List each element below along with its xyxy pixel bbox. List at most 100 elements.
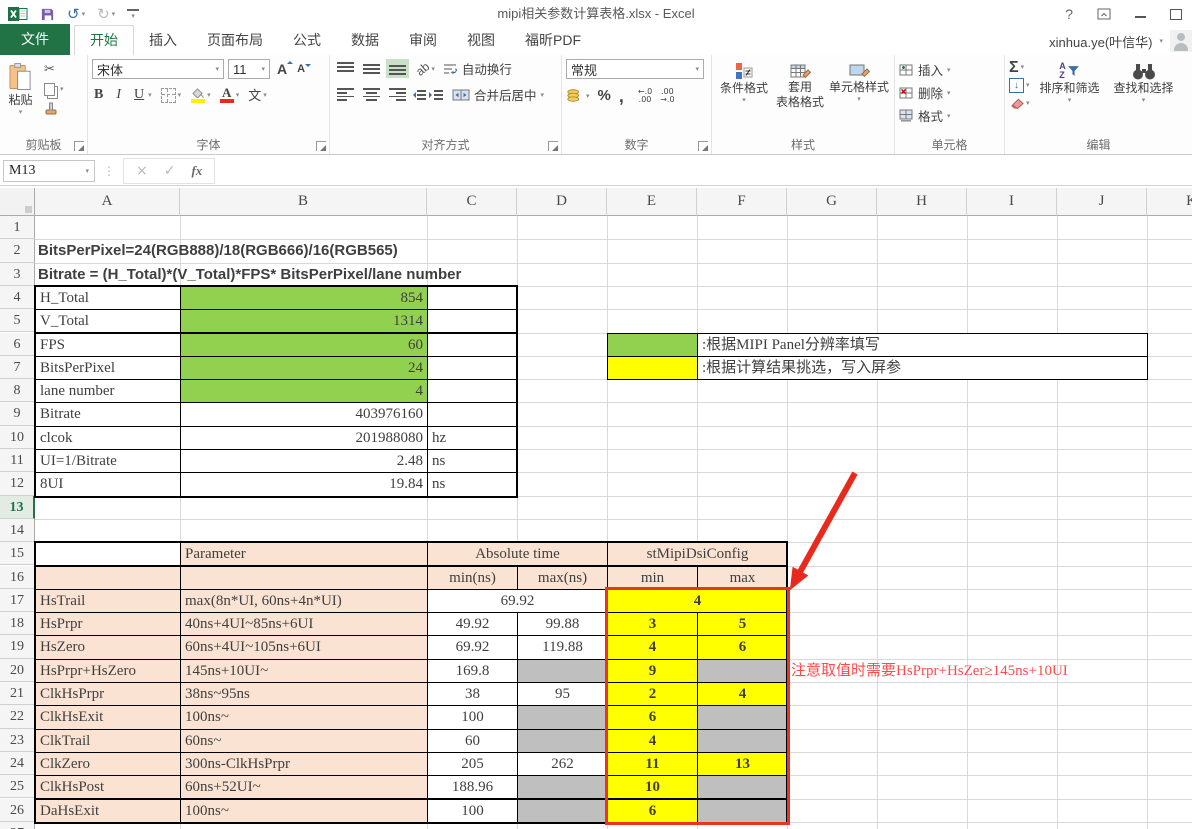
row-header-25[interactable]: 25: [0, 775, 35, 798]
ribbon-display-options-button[interactable]: [1097, 8, 1111, 20]
cell-C20[interactable]: 169.8: [427, 659, 518, 683]
phonetic-guide-button[interactable]: 文▾: [248, 87, 267, 103]
cell-E24[interactable]: 11: [607, 752, 698, 776]
number-format-select[interactable]: 常规 ▾: [566, 59, 704, 79]
cell-A12[interactable]: 8UI: [35, 472, 181, 496]
fill-button[interactable]: ↓▾: [1009, 77, 1030, 93]
row-header-5[interactable]: 5: [0, 309, 35, 332]
cell-B11[interactable]: 2.48: [180, 449, 428, 473]
cell-B25[interactable]: 60ns+52UI~: [180, 775, 428, 799]
tab-review[interactable]: 审阅: [394, 26, 452, 55]
cell-F20[interactable]: [697, 659, 788, 683]
cell-A19[interactable]: HsZero: [35, 635, 181, 659]
delete-cells-button[interactable]: 删除 ▾: [899, 82, 1000, 103]
cell-A16[interactable]: [35, 566, 181, 590]
tab-file[interactable]: 文件: [0, 24, 70, 55]
row-header-16[interactable]: 16: [0, 566, 35, 589]
autosum-button[interactable]: Σ▾: [1009, 59, 1030, 75]
column-header-A[interactable]: A: [35, 188, 180, 216]
cell-A20[interactable]: HsPrpr+HsZero: [35, 659, 181, 683]
cell-B5[interactable]: 1314: [180, 309, 428, 333]
cell-A17[interactable]: HsTrail: [35, 589, 181, 613]
bold-button[interactable]: B: [92, 87, 105, 103]
cell-D21[interactable]: 95: [517, 682, 608, 706]
cell-C24[interactable]: 205: [427, 752, 518, 776]
cell-D26[interactable]: [517, 799, 608, 823]
cell-B22[interactable]: 100ns~: [180, 705, 428, 729]
row-header-7[interactable]: 7: [0, 356, 35, 379]
fill-color-button[interactable]: ▾: [190, 87, 211, 103]
cell-F26[interactable]: [697, 799, 788, 823]
cell-F24[interactable]: 13: [697, 752, 788, 776]
cell-B8[interactable]: 4: [180, 379, 428, 403]
cell-B7[interactable]: 24: [180, 356, 428, 380]
font-dialog-launcher-icon[interactable]: [316, 141, 326, 151]
tab-view[interactable]: 视图: [452, 26, 510, 55]
cell-A25[interactable]: ClkHsPost: [35, 775, 181, 799]
row-header-6[interactable]: 6: [0, 333, 35, 356]
cell-E18[interactable]: 3: [607, 612, 698, 636]
percent-style-button[interactable]: %: [598, 87, 611, 104]
cell-E15[interactable]: stMipiDsiConfig: [607, 542, 788, 566]
cell-B15[interactable]: Parameter: [180, 542, 428, 566]
format-cells-button[interactable]: 格式 ▾: [899, 105, 1000, 126]
merge-center-button[interactable]: 合并后居中 ▾: [452, 85, 544, 104]
legend-swatch-2[interactable]: [607, 356, 698, 380]
underline-button[interactable]: U▾: [132, 87, 152, 103]
cell-A23[interactable]: ClkTrail: [35, 729, 181, 753]
align-left-button[interactable]: [334, 85, 357, 104]
cell-A26[interactable]: DaHsExit: [35, 799, 181, 823]
row-header-22[interactable]: 22: [0, 705, 35, 728]
cell-E17[interactable]: 4: [607, 589, 788, 613]
cell-F16[interactable]: max: [697, 566, 788, 590]
column-header-K[interactable]: K: [1147, 188, 1192, 216]
tab-insert[interactable]: 插入: [134, 26, 192, 55]
minimize-button[interactable]: [1135, 10, 1146, 18]
cell-A5[interactable]: V_Total: [35, 309, 181, 333]
row-header-27[interactable]: 27: [0, 822, 35, 829]
decrease-decimal-button[interactable]: .00 →.0: [660, 88, 674, 104]
tab-formulas[interactable]: 公式: [278, 26, 336, 55]
cell-A6[interactable]: FPS: [35, 333, 181, 357]
paste-button[interactable]: 粘贴 ▾: [4, 59, 37, 119]
cell-B17[interactable]: max(8n*UI, 60ns+4n*UI): [180, 589, 428, 613]
cell-E22[interactable]: 6: [607, 705, 698, 729]
name-box[interactable]: M13 ▾: [3, 160, 95, 182]
accounting-format-button[interactable]: ▾: [566, 88, 590, 104]
legend-swatch-1[interactable]: [607, 333, 698, 357]
cell-B16[interactable]: [180, 566, 428, 590]
cell-E23[interactable]: 4: [607, 729, 698, 753]
decrease-indent-button[interactable]: [412, 89, 426, 101]
row-header-8[interactable]: 8: [0, 379, 35, 402]
cell-F22[interactable]: [697, 705, 788, 729]
row-header-12[interactable]: 12: [0, 472, 35, 495]
cell-D23[interactable]: [517, 729, 608, 753]
format-painter-button[interactable]: [44, 100, 64, 116]
cell-C25[interactable]: 188.96: [427, 775, 518, 799]
column-header-E[interactable]: E: [607, 188, 697, 216]
row-header-1[interactable]: 1: [0, 216, 35, 239]
cell-A11[interactable]: UI=1/Bitrate: [35, 449, 181, 473]
row-header-4[interactable]: 4: [0, 286, 35, 309]
row-header-10[interactable]: 10: [0, 426, 35, 449]
cell-E26[interactable]: 6: [607, 799, 698, 823]
cell-D16[interactable]: max(ns): [517, 566, 608, 590]
select-all-corner[interactable]: [0, 188, 35, 216]
cell-B26[interactable]: 100ns~: [180, 799, 428, 823]
cell-C5[interactable]: [427, 309, 518, 333]
cell-C9[interactable]: [427, 402, 518, 426]
wrap-text-button[interactable]: 自动换行: [442, 59, 512, 78]
cell-B10[interactable]: 201988080: [180, 426, 428, 450]
cell-F25[interactable]: [697, 775, 788, 799]
row-header-13[interactable]: 13: [0, 496, 35, 519]
tab-data[interactable]: 数据: [336, 26, 394, 55]
grow-font-button[interactable]: A: [274, 61, 290, 77]
cell-C12[interactable]: ns: [427, 472, 518, 496]
cell-B4[interactable]: 854: [180, 286, 428, 310]
alignment-dialog-launcher-icon[interactable]: [548, 141, 558, 151]
cell-B12[interactable]: 19.84: [180, 472, 428, 496]
cell-C6[interactable]: [427, 333, 518, 357]
copy-button[interactable]: ▾: [44, 81, 64, 97]
insert-function-button[interactable]: fx: [191, 163, 202, 179]
cell-A18[interactable]: HsPrpr: [35, 612, 181, 636]
